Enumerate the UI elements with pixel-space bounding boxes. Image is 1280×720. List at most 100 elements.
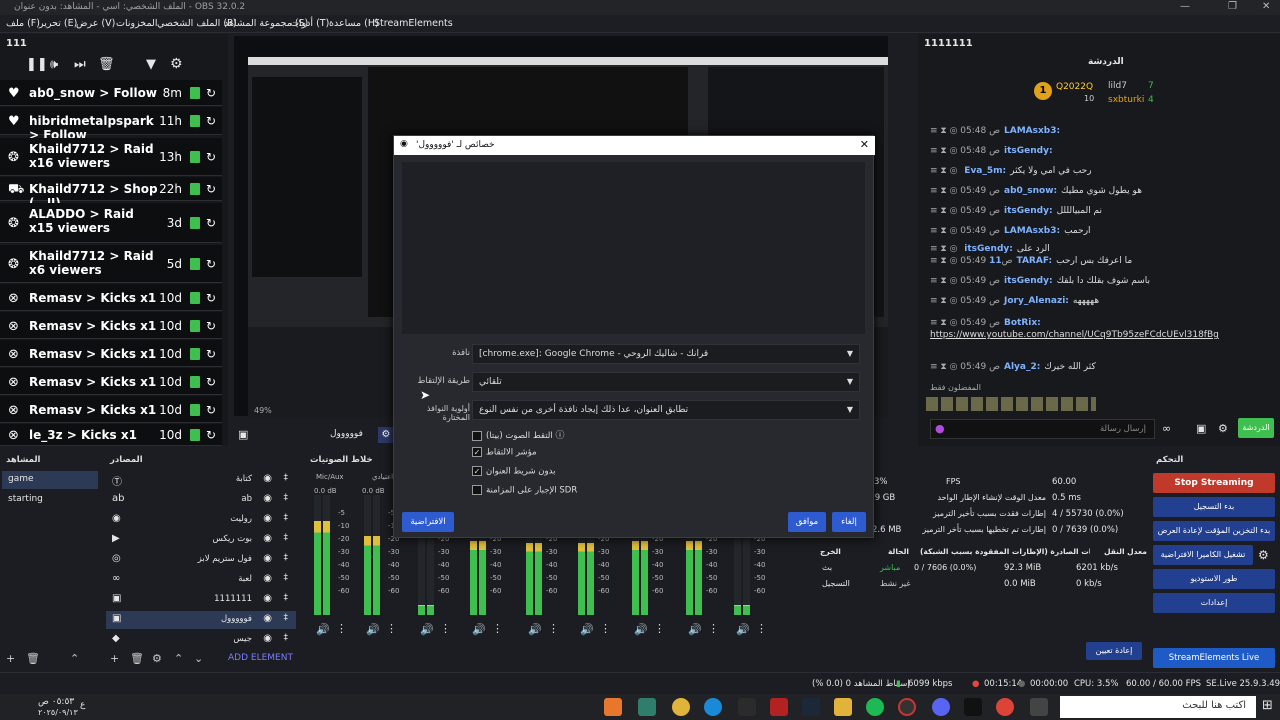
- replay-alert-icon[interactable]: [190, 87, 200, 99]
- app-icon-edge[interactable]: [704, 698, 722, 716]
- feed-item[interactable]: ⊗ Remasv > Kicks x1 10d ↻: [0, 340, 222, 367]
- mute-icon[interactable]: 🔊: [736, 623, 750, 636]
- refresh-icon[interactable]: ↻: [206, 403, 216, 417]
- feed-item[interactable]: ❂ ALADDO > Raid x15 viewers 3d ↻: [0, 203, 222, 243]
- emote-strip[interactable]: [926, 397, 1096, 411]
- mute-icon[interactable]: 🔊: [580, 623, 594, 636]
- lock-icon[interactable]: ‡: [284, 633, 289, 643]
- lock-icon[interactable]: ‡: [284, 613, 289, 623]
- volume-icon[interactable]: 🕪: [50, 57, 58, 72]
- source-up-icon[interactable]: ⌃: [174, 652, 183, 665]
- force-sdr-checkbox[interactable]: الإجبار على المزامنة SDR: [472, 485, 577, 496]
- source-item[interactable]: Ⓣ كتابة ◉ ‡: [106, 471, 296, 489]
- lock-icon[interactable]: ‡: [284, 493, 289, 503]
- menu-tools[interactable]: أدوات (T): [290, 18, 329, 29]
- refresh-icon[interactable]: ↻: [206, 86, 216, 100]
- chat-message[interactable]: ≡ ⧗ ◎ 05:49 ص itsGendy: نم المبيالللل: [930, 206, 1102, 216]
- refresh-icon[interactable]: ↻: [206, 291, 216, 305]
- chat-message-user[interactable]: ab0_snow:: [1004, 186, 1057, 196]
- refresh-icon[interactable]: ↻: [206, 114, 216, 128]
- chat-message-user[interactable]: itsGendy:: [964, 244, 1013, 254]
- live-support-button[interactable]: StreamElements Live Support: [1153, 648, 1275, 683]
- app-icon-youtube[interactable]: [770, 698, 788, 716]
- menu-file[interactable]: ملف (F): [6, 18, 40, 29]
- source-item[interactable]: ∞ لعبة ◉ ‡: [106, 571, 296, 589]
- replay-alert-icon[interactable]: [190, 429, 200, 441]
- reset-stats-button[interactable]: إعادة تعيين: [1086, 642, 1142, 660]
- remove-source-icon[interactable]: 🗑: [130, 652, 144, 665]
- eye-icon[interactable]: ◉: [263, 613, 272, 624]
- feed-item[interactable]: ❂ Khaild7712 > Raid x6 viewers 5d ↻: [0, 245, 222, 283]
- source-item[interactable]: ▣ 1111111 ◉ ‡: [106, 591, 296, 609]
- pause-icon[interactable]: ❚❚: [26, 57, 48, 72]
- source-settings-icon[interactable]: ⚙: [378, 427, 394, 443]
- source-item[interactable]: ▣ فووووول ◉ ‡: [106, 611, 296, 629]
- taskbar-search[interactable]: اكتب هنا للبحث: [1060, 696, 1256, 718]
- app-icon-vlc[interactable]: [604, 698, 622, 716]
- mod-actions-icon[interactable]: ≡ ⧗ ◎: [930, 146, 960, 156]
- chat-message-user[interactable]: Eva_5m:: [964, 166, 1006, 176]
- virtual-camera-gear-icon[interactable]: ⚙: [1258, 548, 1269, 562]
- replay-alert-icon[interactable]: [190, 291, 200, 304]
- chat-message[interactable]: ≡ ⧗ ◎ 05:49 ص itsGendy: باسم شوف بقلك دا ب…: [930, 276, 1150, 286]
- add-element-button[interactable]: ADD ELEMENT: [228, 653, 293, 663]
- capture-method-select[interactable]: تلقائي ▼: [472, 372, 860, 392]
- mixer-menu-icon[interactable]: ⋮: [492, 622, 503, 635]
- replay-alert-icon[interactable]: [190, 347, 200, 360]
- chat-message-user[interactable]: itsGendy:: [1004, 146, 1053, 156]
- gear-icon[interactable]: ⚙: [170, 56, 183, 72]
- refresh-icon[interactable]: ↻: [206, 257, 216, 271]
- chat-message[interactable]: ≡ ⧗ ◎ 05:49 ص LAMAsxb3: ارحمب: [930, 226, 1091, 236]
- eye-icon[interactable]: ◉: [263, 573, 272, 584]
- feed-item[interactable]: ⊗ Remasv > Kicks x1 10d ↻: [0, 284, 222, 311]
- chat-message-user[interactable]: LAMAsxb3:: [1004, 126, 1060, 136]
- menu-docks[interactable]: المخزونات: [116, 18, 157, 29]
- app-icon-chrome[interactable]: [996, 698, 1014, 716]
- chat-message[interactable]: ≡ ⧗ ◎ 05:49 ص ab0_snow: هو يطول شوي مطيك: [930, 186, 1142, 196]
- chat-input[interactable]: إرسال رسالة ●: [930, 419, 1155, 439]
- mute-icon[interactable]: 🔊: [316, 623, 330, 636]
- remove-scene-icon[interactable]: 🗑: [26, 652, 40, 665]
- eye-icon[interactable]: ◉: [263, 473, 272, 484]
- lock-icon[interactable]: ‡: [284, 593, 289, 603]
- source-item[interactable]: ▶ بوت ريكس ◉ ‡: [106, 531, 296, 549]
- ok-button[interactable]: موافق: [788, 512, 826, 532]
- mod-actions-icon[interactable]: ≡ ⧗ ◎: [930, 318, 960, 328]
- feed-item[interactable]: ⊗ Remasv > Kicks x1 10d ↻: [0, 396, 222, 423]
- mute-icon[interactable]: 🔊: [420, 623, 434, 636]
- add-source-icon[interactable]: +: [110, 652, 119, 665]
- app-icon-epic[interactable]: [964, 698, 982, 716]
- add-scene-icon[interactable]: +: [6, 652, 15, 665]
- lock-icon[interactable]: ‡: [284, 533, 289, 543]
- mixer-menu-icon[interactable]: ⋮: [440, 622, 451, 635]
- refresh-icon[interactable]: ↻: [206, 319, 216, 333]
- windows-start-icon[interactable]: ⊞: [1262, 698, 1273, 713]
- chat-message[interactable]: ≡ ⧗ ◎ 05:49 ص BotRix: https://www.youtube.…: [930, 318, 1270, 340]
- mod-actions-icon[interactable]: ≡ ⧗ ◎: [930, 186, 960, 196]
- source-item[interactable]: ab ab ◉ ‡: [106, 491, 296, 509]
- studio-mode-button[interactable]: طور الاستوديو: [1153, 569, 1275, 589]
- source-down-icon[interactable]: ⌄: [194, 652, 203, 665]
- mute-icon[interactable]: 🔊: [634, 623, 648, 636]
- chat-message-user[interactable]: itsGendy:: [1004, 206, 1053, 216]
- feed-item[interactable]: ⊗ Remasv > Kicks x1 10d ↻: [0, 312, 222, 339]
- replay-alert-icon[interactable]: [190, 183, 200, 195]
- scene-up-icon[interactable]: ⌃: [70, 652, 79, 665]
- app-icon-discord-2[interactable]: [932, 698, 950, 716]
- mod-actions-icon[interactable]: ≡ ⧗ ◎: [930, 206, 960, 216]
- cancel-button[interactable]: إلغاء: [832, 512, 866, 532]
- chat-message[interactable]: ≡ ⧗ ◎ 05:49 ص Jory_Alenazi: هههههه: [930, 296, 1099, 306]
- link-icon[interactable]: ∞: [1162, 422, 1171, 435]
- store-icon[interactable]: ▣: [1196, 422, 1206, 435]
- mute-icon[interactable]: 🔊: [688, 623, 702, 636]
- mic-icon[interactable]: ●: [935, 422, 945, 435]
- feed-item[interactable]: ⊗ le_3z > Kicks x1 10d ↻: [0, 424, 222, 446]
- lock-icon[interactable]: ‡: [284, 473, 289, 483]
- replay-alert-icon[interactable]: [190, 151, 200, 163]
- minimize-icon[interactable]: —: [1180, 1, 1190, 12]
- chat-message-user[interactable]: BotRix:: [1004, 318, 1041, 328]
- replay-buffer-button[interactable]: بدء التخزين المؤقت لإعادة العرض: [1153, 521, 1275, 541]
- mod-actions-icon[interactable]: ≡ ⧗ ◎: [930, 276, 960, 286]
- menu-view[interactable]: عرض (V): [76, 18, 115, 29]
- replay-alert-icon[interactable]: [190, 217, 200, 229]
